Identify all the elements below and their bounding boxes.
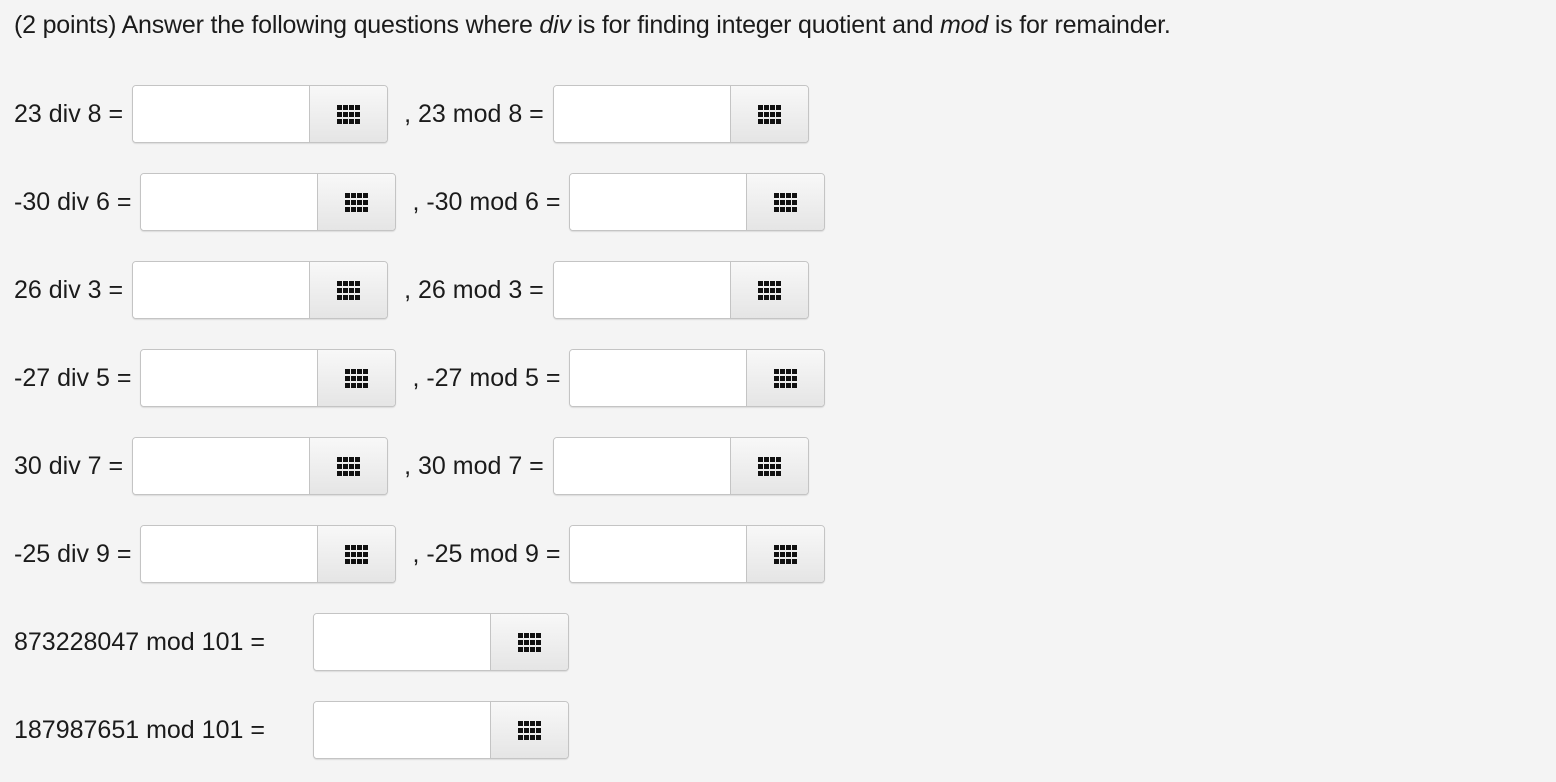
div-answer-box xyxy=(132,261,389,319)
mod-answer-input[interactable] xyxy=(570,350,747,406)
div-answer-box xyxy=(140,349,397,407)
mod-answer-input[interactable] xyxy=(553,86,730,142)
keypad-icon xyxy=(774,544,798,564)
answer-row: 30 div 7 = , 30 mod 7 = xyxy=(14,436,809,496)
mod-answer-box xyxy=(569,525,826,583)
div-answer-box xyxy=(132,85,389,143)
keypad-button[interactable] xyxy=(309,262,388,318)
div-label: -27 div 5 = xyxy=(14,363,132,392)
keypad-button[interactable] xyxy=(746,350,825,406)
mod-answer-box xyxy=(552,261,809,319)
mod-answer-box xyxy=(552,85,809,143)
keypad-button[interactable] xyxy=(490,702,568,758)
mod-answer-box xyxy=(569,173,826,231)
keypad-icon xyxy=(774,192,798,212)
keypad-icon xyxy=(774,368,798,388)
mod-label: , -27 mod 5 = xyxy=(412,363,561,392)
answer-row: 187987651 mod 101 = xyxy=(14,700,569,760)
mod-answer-input[interactable] xyxy=(314,614,490,670)
mod-label: , -25 mod 9 = xyxy=(412,539,561,568)
div-answer-box xyxy=(132,437,389,495)
keypad-icon xyxy=(757,456,781,476)
answer-row: -27 div 5 = , -27 mod 5 = xyxy=(14,348,826,408)
div-answer-input[interactable] xyxy=(141,174,318,230)
div-answer-input[interactable] xyxy=(141,350,318,406)
mod-answer-input[interactable] xyxy=(553,438,730,494)
div-label: 30 div 7 = xyxy=(14,451,124,480)
question-text: (2 points) Answer the following question… xyxy=(14,9,1171,41)
mod-label: , 30 mod 7 = xyxy=(404,451,544,480)
keypad-button[interactable] xyxy=(746,526,825,582)
div-answer-input[interactable] xyxy=(133,262,310,318)
keypad-button[interactable] xyxy=(490,614,568,670)
keypad-icon xyxy=(757,280,781,300)
mod-label: 873228047 mod 101 = xyxy=(14,627,265,656)
keypad-icon xyxy=(757,104,781,124)
div-label: 23 div 8 = xyxy=(14,99,124,128)
keypad-button[interactable] xyxy=(729,86,808,142)
mod-label: , -30 mod 6 = xyxy=(412,187,561,216)
keypad-icon xyxy=(518,720,541,740)
answer-row: 23 div 8 = , 23 mod 8 = xyxy=(14,84,809,144)
keypad-icon xyxy=(345,192,369,212)
keypad-button[interactable] xyxy=(309,86,388,142)
mod-answer-box xyxy=(569,349,826,407)
answer-row: 873228047 mod 101 = xyxy=(14,612,569,672)
question-prefix: (2 points) Answer the following question… xyxy=(14,11,540,39)
div-answer-box xyxy=(140,525,397,583)
question-middle: is for finding integer quotient and xyxy=(570,11,941,39)
div-label: 26 div 3 = xyxy=(14,275,124,304)
mod-label: 187987651 mod 101 = xyxy=(14,715,265,744)
keypad-button[interactable] xyxy=(317,350,396,406)
div-label: -25 div 9 = xyxy=(14,539,132,568)
keypad-icon xyxy=(518,632,541,652)
div-answer-input[interactable] xyxy=(133,86,310,142)
mod-label: , 26 mod 3 = xyxy=(404,275,544,304)
mod-answer-input[interactable] xyxy=(314,702,490,758)
keypad-icon xyxy=(345,368,369,388)
mod-answer-box xyxy=(313,613,569,671)
keypad-icon xyxy=(337,456,361,476)
keypad-icon xyxy=(345,544,369,564)
keypad-button[interactable] xyxy=(317,174,396,230)
answer-row: -30 div 6 = , -30 mod 6 = xyxy=(14,172,826,232)
mod-answer-input[interactable] xyxy=(553,262,730,318)
keypad-icon xyxy=(337,280,361,300)
keypad-button[interactable] xyxy=(746,174,825,230)
div-answer-input[interactable] xyxy=(141,526,318,582)
keypad-button[interactable] xyxy=(309,438,388,494)
mod-answer-box xyxy=(313,701,569,759)
mod-answer-input[interactable] xyxy=(570,174,747,230)
keypad-button[interactable] xyxy=(729,262,808,318)
question-mod-word: mod xyxy=(940,11,989,39)
div-answer-input[interactable] xyxy=(133,438,310,494)
mod-answer-input[interactable] xyxy=(570,526,747,582)
keypad-icon xyxy=(337,104,361,124)
keypad-button[interactable] xyxy=(317,526,396,582)
div-answer-box xyxy=(140,173,397,231)
mod-answer-box xyxy=(552,437,809,495)
answer-row: -25 div 9 = , -25 mod 9 = xyxy=(14,524,826,584)
keypad-button[interactable] xyxy=(729,438,808,494)
question-suffix: is for remainder. xyxy=(988,11,1171,39)
question-div-word: div xyxy=(539,11,571,39)
answer-row: 26 div 3 = , 26 mod 3 = xyxy=(14,260,809,320)
mod-label: , 23 mod 8 = xyxy=(404,99,544,128)
div-label: -30 div 6 = xyxy=(14,187,132,216)
